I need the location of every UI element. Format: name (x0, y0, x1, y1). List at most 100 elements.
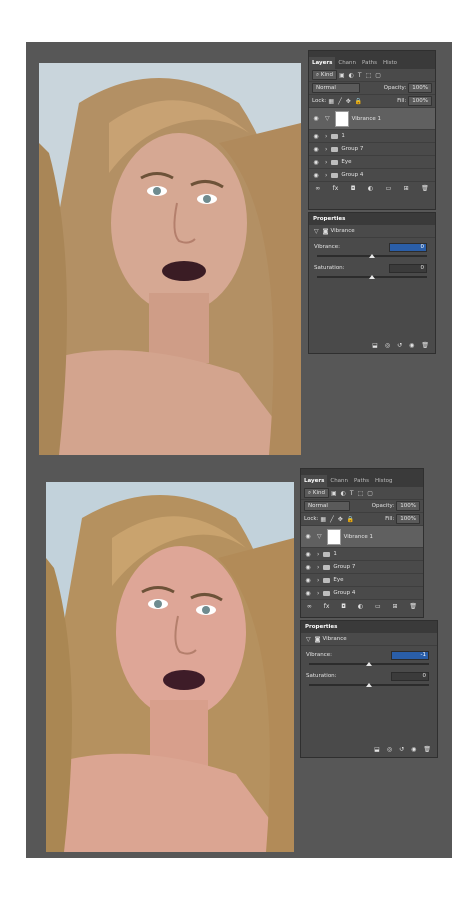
visibility-eye-icon[interactable]: ◉ (309, 172, 323, 179)
vibrance-slider-knob[interactable] (366, 662, 372, 666)
visibility-eye-icon[interactable]: ◉ (309, 159, 323, 166)
vibrance-slider[interactable] (309, 662, 429, 666)
view-previous-icon[interactable]: ◎ (385, 342, 390, 349)
layer-row-group7[interactable]: ◉ › Group 7 (301, 561, 423, 574)
lock-all-icon[interactable]: 🔒 (355, 98, 362, 105)
tab-paths[interactable]: Paths (359, 57, 380, 69)
vibrance-slider-knob[interactable] (369, 254, 375, 258)
layer-name[interactable]: Group 7 (341, 146, 363, 152)
layer-name[interactable]: Eye (333, 577, 343, 583)
tab-channels[interactable]: Chann (327, 475, 351, 487)
chevron-right-icon[interactable]: › (325, 146, 327, 153)
layer-name[interactable]: 1 (333, 551, 337, 557)
group-folder-icon[interactable]: ▭ (375, 603, 381, 610)
link-icon[interactable]: ∞ (307, 603, 312, 610)
filter-shape-icon[interactable]: ⬚ (358, 490, 364, 497)
tab-history[interactable]: Histo (380, 57, 400, 69)
filter-kind-select[interactable]: ⌕ Kind (312, 70, 337, 80)
chevron-right-icon[interactable]: › (325, 172, 327, 179)
visibility-eye-icon[interactable]: ◉ (301, 590, 315, 597)
layer-row-group7[interactable]: ◉ › Group 7 (309, 143, 435, 156)
visibility-eye-icon[interactable]: ◉ (309, 115, 323, 122)
adjustment-icon[interactable]: ◐ (358, 603, 363, 610)
layer-name[interactable]: Vibrance 1 (344, 534, 373, 540)
filter-type-icon[interactable]: T (350, 490, 354, 497)
saturation-input[interactable]: 0 (389, 263, 427, 273)
layer-name[interactable]: Group 4 (333, 590, 355, 596)
visibility-eye-icon[interactable]: ◉ (301, 533, 315, 540)
saturation-slider[interactable] (309, 683, 429, 687)
lock-brush-icon[interactable]: ╱ (330, 516, 334, 523)
clip-to-layer-icon[interactable]: ⬓ (374, 746, 380, 753)
filter-pixel-icon[interactable]: ▣ (331, 490, 337, 497)
tab-paths[interactable]: Paths (351, 475, 372, 487)
filter-adjustment-icon[interactable]: ◐ (349, 72, 354, 79)
filter-type-icon[interactable]: T (358, 72, 362, 79)
blend-mode-select[interactable]: Normal (304, 501, 350, 511)
blend-mode-select[interactable]: Normal (312, 83, 360, 93)
filter-smart-icon[interactable]: ▢ (367, 490, 373, 497)
trash-icon[interactable]: 🗑 (421, 342, 429, 349)
opacity-input[interactable]: 100% (408, 83, 432, 93)
lock-brush-icon[interactable]: ╱ (338, 98, 342, 105)
tab-layers[interactable]: Layers (301, 475, 328, 487)
visibility-eye-icon[interactable]: ◉ (301, 577, 315, 584)
opacity-input[interactable]: 100% (396, 501, 420, 511)
layer-row-1[interactable]: ◉ › 1 (309, 130, 435, 143)
tab-histogram[interactable]: Histog (372, 475, 396, 487)
fx-icon[interactable]: fx (324, 603, 330, 610)
lock-all-icon[interactable]: 🔒 (347, 516, 354, 523)
filter-pixel-icon[interactable]: ▣ (339, 72, 345, 79)
reset-icon[interactable]: ↺ (397, 342, 402, 349)
chevron-right-icon[interactable]: › (317, 590, 319, 597)
link-icon[interactable]: ∞ (315, 185, 320, 192)
saturation-slider-knob[interactable] (369, 275, 375, 279)
layer-row-eye[interactable]: ◉ › Eye (301, 574, 423, 587)
mask-icon[interactable]: ◘ (341, 603, 346, 610)
vibrance-slider[interactable] (317, 254, 427, 258)
layer-row-vibrance[interactable]: ◉ ▽ Vibrance 1 (309, 108, 435, 130)
new-layer-icon[interactable]: ⊞ (404, 185, 409, 192)
saturation-input[interactable]: 0 (391, 671, 429, 681)
layer-row-group4[interactable]: ◉ › Group 4 (301, 587, 423, 600)
mask-toggle-icon[interactable]: ◙ (315, 636, 321, 643)
lock-move-icon[interactable]: ✥ (338, 516, 343, 523)
visibility-eye-icon[interactable]: ◉ (309, 146, 323, 153)
lock-move-icon[interactable]: ✥ (346, 98, 351, 105)
trash-icon[interactable]: 🗑 (409, 603, 417, 610)
fx-icon[interactable]: fx (333, 185, 339, 192)
adjustment-icon[interactable]: ◐ (368, 185, 373, 192)
visibility-eye-icon[interactable]: ◉ (301, 551, 315, 558)
chevron-right-icon[interactable]: › (317, 577, 319, 584)
layer-row-eye[interactable]: ◉ › Eye (309, 156, 435, 169)
trash-icon[interactable]: 🗑 (423, 746, 431, 753)
saturation-slider-knob[interactable] (366, 683, 372, 687)
filter-adjustment-icon[interactable]: ◐ (341, 490, 346, 497)
layer-name[interactable]: 1 (341, 133, 345, 139)
layer-name[interactable]: Eye (341, 159, 351, 165)
layer-name[interactable]: Group 4 (341, 172, 363, 178)
layer-row-1[interactable]: ◉ › 1 (301, 548, 423, 561)
tab-channels[interactable]: Chann (335, 57, 359, 69)
vibrance-input[interactable]: -1 (391, 650, 429, 660)
chevron-right-icon[interactable]: › (317, 551, 319, 558)
fill-input[interactable]: 100% (396, 514, 420, 524)
tab-layers[interactable]: Layers (309, 57, 336, 69)
new-layer-icon[interactable]: ⊞ (392, 603, 397, 610)
trash-icon[interactable]: 🗑 (421, 185, 429, 192)
layer-row-vibrance[interactable]: ◉ ▽ Vibrance 1 (301, 526, 423, 548)
filter-smart-icon[interactable]: ▢ (375, 72, 381, 79)
chevron-right-icon[interactable]: › (325, 133, 327, 140)
chevron-right-icon[interactable]: › (325, 159, 327, 166)
lock-pixels-icon[interactable]: ▦ (328, 98, 334, 105)
mask-icon[interactable]: ◘ (351, 185, 356, 192)
reset-icon[interactable]: ↺ (399, 746, 404, 753)
clip-to-layer-icon[interactable]: ⬓ (372, 342, 378, 349)
visibility-eye-icon[interactable]: ◉ (409, 342, 414, 349)
visibility-eye-icon[interactable]: ◉ (309, 133, 323, 140)
layer-row-group4[interactable]: ◉ › Group 4 (309, 169, 435, 182)
view-previous-icon[interactable]: ◎ (387, 746, 392, 753)
layer-name[interactable]: Group 7 (333, 564, 355, 570)
visibility-eye-icon[interactable]: ◉ (301, 564, 315, 571)
layer-mask-thumbnail[interactable] (326, 528, 341, 545)
